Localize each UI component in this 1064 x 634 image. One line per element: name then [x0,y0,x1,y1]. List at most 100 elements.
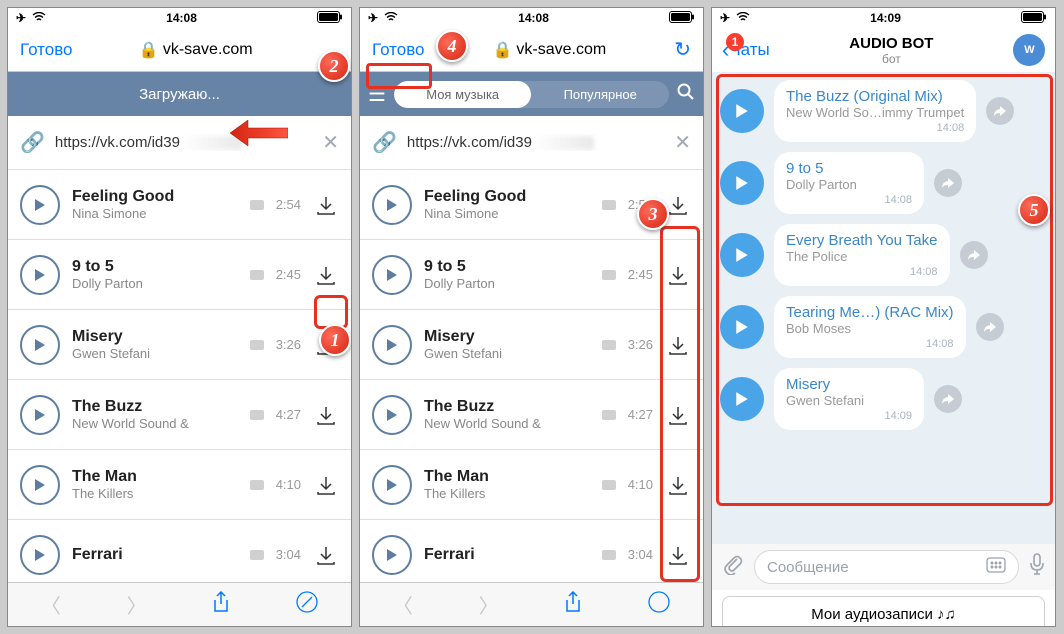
sticker-icon[interactable] [986,557,1006,577]
msg-bubble: The Buzz (Original Mix) New World So…imm… [774,80,976,142]
play-button[interactable] [20,465,60,505]
back-icon[interactable]: 〈 [393,590,413,619]
url-input-row: 🔗 https://vk.com/id39 ✕ [360,116,703,170]
annotation-2: 2 [318,50,350,82]
forward-icon[interactable] [986,97,1014,125]
play-button[interactable] [20,185,60,225]
safari-icon[interactable] [296,591,318,619]
track-duration: 2:45 [276,267,301,282]
chat-body[interactable]: The Buzz (Original Mix) New World So…imm… [712,72,1055,544]
track-title: 9 to 5 [424,258,590,276]
track-duration: 4:10 [276,477,301,492]
done-button[interactable]: Готово [372,40,425,60]
msg-play-button[interactable] [720,305,764,349]
share-icon[interactable] [212,591,230,619]
chat-title: AUDIO BOT [770,35,1013,52]
msg-play-button[interactable] [720,89,764,133]
play-button[interactable] [20,395,60,435]
forward-icon[interactable] [934,385,962,413]
play-button[interactable] [372,465,412,505]
track-duration: 3:26 [628,337,653,352]
hq-badge [250,200,264,210]
download-button[interactable] [313,402,339,428]
play-button[interactable] [20,255,60,295]
play-button[interactable] [372,535,412,575]
back-button[interactable]: ‹Чаты 1 [722,37,770,63]
forward-icon[interactable]: 〉 [479,590,499,619]
forward-icon[interactable] [934,169,962,197]
msg-artist: New World So…immy Trumpet [786,105,964,120]
track-title: Misery [72,328,238,346]
chat-message[interactable]: Misery Gwen Stefani 14:09 [720,368,1047,430]
tab-mymusic[interactable]: Моя музыка [394,81,532,108]
attach-icon[interactable] [722,553,744,581]
done-button[interactable]: Готово [20,40,73,60]
msg-title: 9 to 5 [786,160,912,177]
safari-nav-bar: Готово 🔒 vk-save.com [8,28,351,72]
play-button[interactable] [372,325,412,365]
play-button[interactable] [20,535,60,575]
play-button[interactable] [372,395,412,435]
play-button[interactable] [372,255,412,295]
download-button[interactable] [313,472,339,498]
url-text[interactable]: https://vk.com/id39 [407,134,664,151]
tabs: Моя музыка Популярное [394,81,669,108]
track-artist: Dolly Parton [72,276,238,291]
clear-icon[interactable]: ✕ [674,130,691,155]
msg-play-button[interactable] [720,233,764,277]
my-audio-button[interactable]: Мои аудиозаписи ♪♫ [722,596,1045,627]
download-button[interactable] [313,262,339,288]
download-button[interactable] [313,192,339,218]
link-icon: 🔗 [372,130,397,155]
forward-icon[interactable] [960,241,988,269]
play-button[interactable] [372,185,412,225]
domain-text: vk-save.com [516,41,606,59]
track-title: The Man [72,468,238,486]
hq-badge [250,550,264,560]
track-duration: 2:45 [628,267,653,282]
hq-badge [602,340,616,350]
mic-icon[interactable] [1029,553,1045,581]
track-title: Feeling Good [72,188,238,206]
search-icon[interactable] [677,83,695,106]
play-button[interactable] [20,325,60,365]
download-button[interactable] [665,542,691,568]
loading-header: Загружаю... [8,72,351,116]
forward-icon[interactable] [976,313,1004,341]
arrow-icon [228,118,288,148]
message-input[interactable]: Сообщение [754,550,1019,584]
download-button[interactable] [665,332,691,358]
msg-play-button[interactable] [720,161,764,205]
download-button[interactable] [665,472,691,498]
url-display[interactable]: 🔒 vk-save.com [139,40,253,60]
phone-panel-3: ✈ 14:09 ‹Чаты 1 AUDIO BOT бот W The Buzz… [711,7,1056,627]
input-placeholder: Сообщение [767,559,849,576]
msg-bubble: Tearing Me…) (RAC Mix) Bob Moses 14:08 [774,296,966,358]
status-bar: ✈ 14:08 [360,8,703,28]
chat-message[interactable]: Every Breath You Take The Police 14:08 [720,224,1047,286]
safari-icon[interactable] [648,591,670,619]
tab-popular[interactable]: Популярное [531,81,669,108]
refresh-icon[interactable]: ↻ [674,37,691,62]
menu-icon[interactable]: ☰ [368,82,386,107]
msg-play-button[interactable] [720,377,764,421]
clear-icon[interactable]: ✕ [322,130,339,155]
forward-icon[interactable]: 〉 [127,590,147,619]
msg-title: Every Breath You Take [786,232,938,249]
chat-message[interactable]: The Buzz (Original Mix) New World So…imm… [720,80,1047,142]
back-icon[interactable]: 〈 [41,590,61,619]
track-row: The ManThe Killers 4:10 [8,450,351,520]
msg-artist: Gwen Stefani [786,393,912,408]
vk-avatar[interactable]: W [1013,34,1045,66]
chat-message[interactable]: Tearing Me…) (RAC Mix) Bob Moses 14:08 [720,296,1047,358]
download-button[interactable] [665,402,691,428]
chat-message[interactable]: 9 to 5 Dolly Parton 14:08 [720,152,1047,214]
url-display[interactable]: 🔒 vk-save.com [493,40,607,60]
download-button[interactable] [313,542,339,568]
track-artist: The Killers [72,486,238,501]
msg-artist: The Police [786,249,938,264]
download-button[interactable] [665,262,691,288]
track-artist: Gwen Stefani [72,346,238,361]
msg-time: 14:08 [786,122,964,134]
share-icon[interactable] [564,591,582,619]
